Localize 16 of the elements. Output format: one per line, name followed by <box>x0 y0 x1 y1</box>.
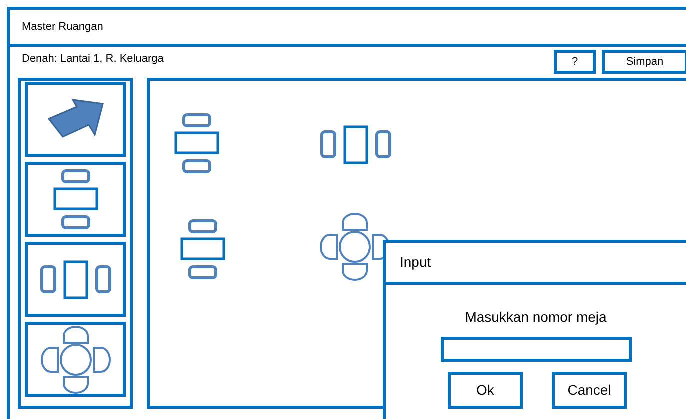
save-button[interactable]: Simpan <box>602 50 686 74</box>
dialog-title: Input <box>400 253 432 272</box>
table-number-field[interactable] <box>440 337 632 362</box>
palette-tool[interactable] <box>25 322 126 397</box>
round-table-icon <box>40 326 111 394</box>
palette-tool[interactable] <box>25 162 126 237</box>
palette-tool[interactable] <box>25 242 126 317</box>
ok-button[interactable]: Ok <box>448 372 523 409</box>
cancel-button[interactable]: Cancel <box>552 372 627 409</box>
window-title: Master Ruangan <box>22 20 104 35</box>
floor-plan-label: Denah: Lantai 1, R. Keluarga <box>22 52 164 67</box>
rectangular-table-icon <box>40 260 112 300</box>
palette-tool[interactable] <box>25 82 126 157</box>
help-button[interactable]: ? <box>554 50 596 74</box>
rectangular-table-icon <box>52 168 99 230</box>
dialog-prompt: Masukkan nomor meja <box>465 308 607 327</box>
